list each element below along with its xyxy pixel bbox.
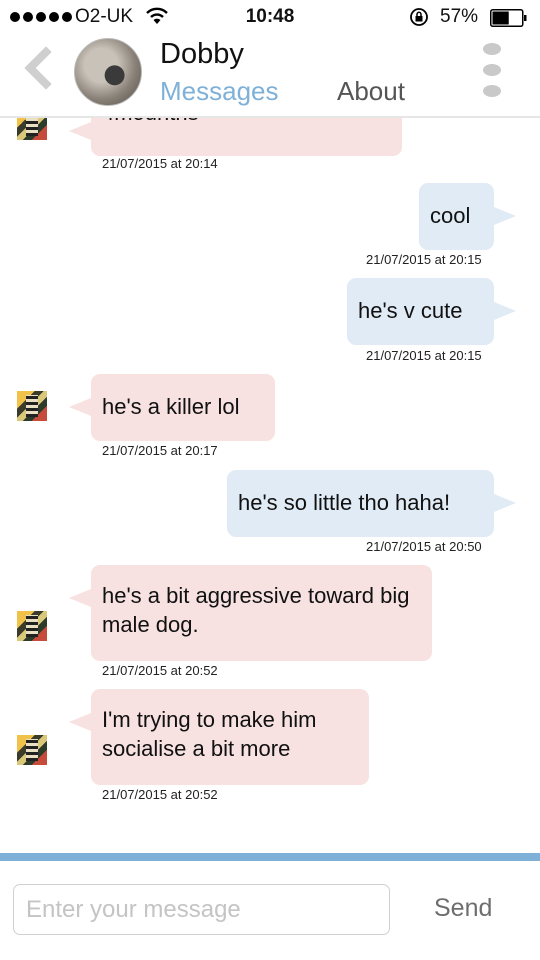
message-text: cool: [430, 203, 471, 228]
composer-bar: Send: [0, 861, 540, 960]
message-bubble-outgoing: he's v cute: [347, 278, 516, 345]
message-timestamp: 21/07/2015 at 20:52: [102, 787, 218, 802]
message-timestamp: 21/07/2015 at 20:14: [102, 156, 218, 171]
contact-name: Dobby: [160, 38, 244, 70]
message-bubble-incoming: 4mounths: [69, 118, 402, 156]
message-bubble-incoming: I'm trying to make him socialise a bit m…: [69, 689, 369, 785]
message-text: he's so little tho haha!: [238, 490, 451, 515]
message-list[interactable]: 4mounths 21/07/2015 at 20:14 cool 21/07/…: [0, 118, 540, 853]
message-bubble-outgoing: cool: [419, 183, 516, 250]
message-text: 4mounths: [102, 118, 199, 125]
message-text: he's v cute: [358, 298, 463, 323]
rotation-lock-icon: [410, 8, 428, 26]
chevron-left-icon[interactable]: [18, 46, 58, 90]
message-timestamp: 21/07/2015 at 20:17: [102, 443, 218, 458]
message-text: he's a bit aggressive toward big male do…: [102, 583, 410, 637]
battery-icon: [490, 9, 527, 27]
contact-avatar[interactable]: [74, 38, 142, 106]
message-input[interactable]: [13, 884, 390, 935]
vertical-dots-icon[interactable]: [478, 40, 506, 104]
sender-avatar: [17, 611, 47, 641]
message-timestamp: 21/07/2015 at 20:15: [366, 252, 482, 267]
status-bar: O2-UK 10:48 57%: [0, 0, 540, 36]
message-bubble-incoming: he's a bit aggressive toward big male do…: [69, 565, 432, 661]
message-text: I'm trying to make him socialise a bit m…: [102, 707, 317, 761]
sender-avatar: [17, 391, 47, 421]
message-timestamp: 21/07/2015 at 20:52: [102, 663, 218, 678]
tab-about[interactable]: About: [337, 76, 405, 107]
message-bubble-incoming: he's a killer lol: [69, 374, 275, 441]
composer-divider: [0, 853, 540, 861]
sender-avatar: [17, 735, 47, 765]
message-text: he's a killer lol: [102, 394, 240, 419]
battery-percent: 57%: [440, 6, 479, 27]
conversation-header: Dobby Messages About: [0, 36, 540, 118]
message-timestamp: 21/07/2015 at 20:50: [366, 539, 482, 554]
sender-avatar: [17, 118, 47, 140]
message-bubble-outgoing: he's so little tho haha!: [227, 470, 516, 537]
send-button[interactable]: Send: [434, 894, 492, 923]
tab-messages[interactable]: Messages: [160, 76, 279, 107]
message-timestamp: 21/07/2015 at 20:15: [366, 348, 482, 363]
